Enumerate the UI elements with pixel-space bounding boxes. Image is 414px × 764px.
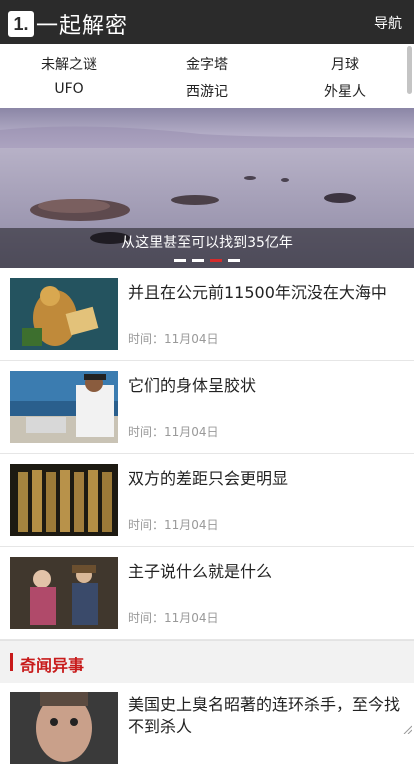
logo-mark: 1.: [8, 11, 34, 37]
article-thumbnail[interactable]: [10, 692, 118, 764]
category-link[interactable]: 未解之谜: [0, 54, 138, 74]
section-title[interactable]: 奇闻异事: [20, 652, 84, 676]
site-title: 一起解密: [36, 14, 129, 39]
carousel-indicators: [0, 259, 414, 262]
carousel-dot[interactable]: [174, 259, 186, 262]
article-item[interactable]: 双方的差距只会更明显 时间：11月04日: [0, 454, 414, 547]
scrollbar-thumb[interactable]: [407, 46, 412, 94]
article-item[interactable]: 并且在公元前11500年沉没在大海中 时间：11月04日: [0, 268, 414, 361]
article-thumbnail[interactable]: [10, 278, 118, 350]
carousel-dot-active[interactable]: [210, 259, 222, 262]
article-title[interactable]: 主子说什么就是什么: [128, 561, 402, 583]
category-link[interactable]: 金字塔: [138, 54, 276, 74]
category-link[interactable]: 外星人: [276, 81, 414, 101]
carousel-dot[interactable]: [192, 259, 204, 262]
section-header: 奇闻异事: [0, 640, 414, 683]
category-link[interactable]: 西游记: [138, 81, 276, 101]
article-title[interactable]: 并且在公元前11500年沉没在大海中: [128, 282, 402, 304]
category-link[interactable]: 月球: [276, 54, 414, 74]
article-title[interactable]: 它们的身体呈胶状: [128, 375, 402, 397]
article-time: 时间：11月04日: [128, 425, 219, 439]
top-header: 1. 一起解密 导航: [0, 0, 414, 44]
article-thumbnail[interactable]: [10, 464, 118, 536]
section-accent-bar: [10, 653, 13, 671]
article-item[interactable]: 它们的身体呈胶状 时间：11月04日: [0, 361, 414, 454]
nav-menu-button[interactable]: 导航: [374, 13, 402, 33]
article-thumbnail[interactable]: [10, 371, 118, 443]
article-time: 时间：11月04日: [128, 332, 219, 346]
category-nav: 未解之谜 金字塔 月球 UFO 西游记 外星人: [0, 44, 414, 108]
site-logo[interactable]: 1. 一起解密: [8, 8, 128, 40]
category-link[interactable]: UFO: [0, 81, 138, 97]
banner-caption: 从这里甚至可以找到35亿年: [0, 228, 414, 268]
carousel-dot[interactable]: [228, 259, 240, 262]
article-title[interactable]: 双方的差距只会更明显: [128, 468, 402, 490]
article-title[interactable]: 美国史上臭名昭著的连环杀手，至今找不到杀人: [128, 694, 402, 738]
article-item[interactable]: 主子说什么就是什么 时间：11月04日: [0, 547, 414, 640]
resize-grip-icon[interactable]: [402, 724, 412, 734]
banner-carousel[interactable]: 从这里甚至可以找到35亿年: [0, 108, 414, 268]
article-time: 时间：11月04日: [128, 518, 219, 532]
article-item[interactable]: 美国史上臭名昭著的连环杀手，至今找不到杀人: [0, 690, 414, 764]
article-time: 时间：11月04日: [128, 611, 219, 625]
article-thumbnail[interactable]: [10, 557, 118, 629]
